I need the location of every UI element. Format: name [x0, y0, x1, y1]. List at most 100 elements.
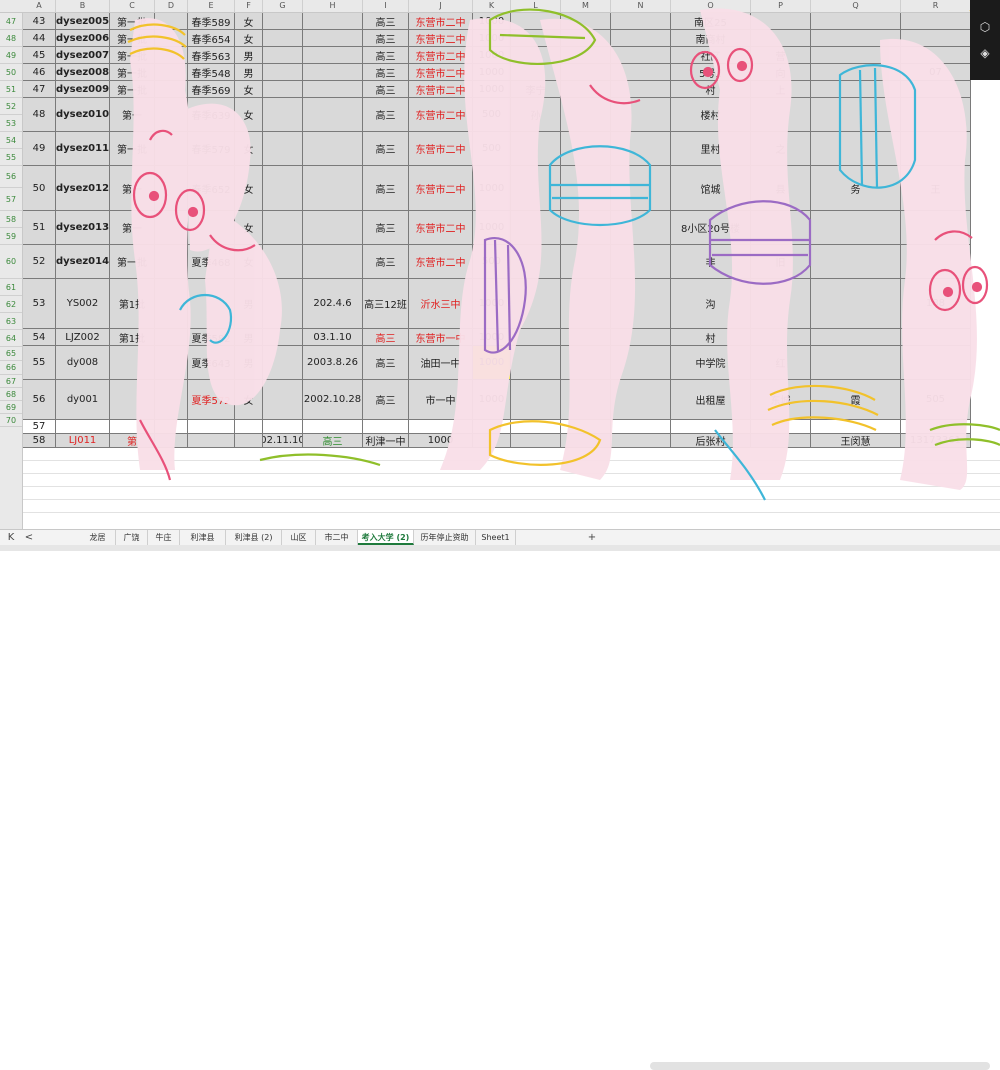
cell-G48[interactable]	[263, 30, 303, 47]
cell-M60[interactable]	[561, 279, 611, 329]
cell-B49[interactable]: dysez007	[56, 47, 110, 64]
cell-N48[interactable]	[611, 30, 671, 47]
cell-P48[interactable]	[751, 30, 811, 47]
cell-J64[interactable]: 市一中	[409, 380, 473, 420]
cell-C64[interactable]	[110, 380, 155, 420]
cell-N64[interactable]	[611, 380, 671, 420]
sheet-tab[interactable]: 牛庄	[148, 530, 180, 545]
row-header-54[interactable]: 54	[0, 132, 22, 149]
cell-R56[interactable]: 王	[901, 166, 971, 211]
cell-K54[interactable]: 500	[473, 132, 511, 166]
cell-M47[interactable]	[561, 13, 611, 30]
cell-D66[interactable]	[155, 434, 188, 448]
cell-J48[interactable]: 东营市二中	[409, 30, 473, 47]
cell-L52[interactable]: 孙	[511, 98, 561, 132]
cell-F62[interactable]: 男	[235, 346, 263, 380]
row-header-56[interactable]: 56	[0, 166, 22, 188]
empty-row[interactable]	[23, 500, 1000, 513]
cell-L54[interactable]	[511, 132, 561, 166]
cell-H49[interactable]	[303, 47, 363, 64]
cell-B48[interactable]: dysez006	[56, 30, 110, 47]
cell-K60[interactable]: 1000	[473, 279, 511, 329]
cell-A50[interactable]: 46	[23, 64, 56, 81]
column-header-B[interactable]: B	[56, 0, 110, 12]
cell-N52[interactable]	[611, 98, 671, 132]
cell-K64[interactable]: 1000	[473, 380, 511, 420]
spreadsheet-grid[interactable]: 43 dysez005 第一批 春季589 女高三 东营市二中 1000 南区25 44 dyse…	[23, 13, 1000, 529]
cell-J57[interactable]: 东营市二中	[409, 211, 473, 245]
cell-G56[interactable]	[263, 166, 303, 211]
cell-H48[interactable]	[303, 30, 363, 47]
cell-L62[interactable]	[511, 346, 561, 380]
cell-E64[interactable]: 夏季572	[188, 380, 235, 420]
column-header-D[interactable]: D	[155, 0, 188, 12]
cell-L50[interactable]	[511, 64, 561, 81]
cell-Q58[interactable]	[811, 245, 901, 279]
cell-A56[interactable]: 50	[23, 166, 56, 211]
cell-E61[interactable]: 夏季582	[188, 329, 235, 346]
cell-E51[interactable]: 春季569	[188, 81, 235, 98]
cell-L57[interactable]	[511, 211, 561, 245]
cell-A61[interactable]: 54	[23, 329, 56, 346]
cell-L58[interactable]	[511, 245, 561, 279]
row-header-68[interactable]: 68	[0, 388, 22, 401]
cell-H62[interactable]: 2003.8.26	[303, 346, 363, 380]
cell-F48[interactable]: 女	[235, 30, 263, 47]
cell-B66[interactable]: LJ011	[56, 434, 110, 448]
cell-P56[interactable]: 县	[751, 166, 811, 211]
cell-D48[interactable]	[155, 30, 188, 47]
cell-I51[interactable]: 高三	[363, 81, 409, 98]
cell-I57[interactable]: 高三	[363, 211, 409, 245]
cell-R57[interactable]	[901, 211, 971, 245]
cell-F51[interactable]: 女	[235, 81, 263, 98]
empty-row[interactable]	[23, 487, 1000, 500]
cell-A65[interactable]: 57	[23, 420, 56, 434]
cell-J58[interactable]: 东营市二中	[409, 245, 473, 279]
cell-N57[interactable]	[611, 211, 671, 245]
cell-H51[interactable]	[303, 81, 363, 98]
cell-D47[interactable]	[155, 13, 188, 30]
cell-D62[interactable]	[155, 346, 188, 380]
cell-R64[interactable]: 505	[901, 380, 971, 420]
cell-N51[interactable]	[611, 81, 671, 98]
cell-P60[interactable]	[751, 279, 811, 329]
row-header-58[interactable]: 58	[0, 211, 22, 228]
cell-I58[interactable]: 高三	[363, 245, 409, 279]
cell-E65[interactable]	[188, 420, 235, 434]
cell-A54[interactable]: 49	[23, 132, 56, 166]
cell-D54[interactable]	[155, 132, 188, 166]
cell-L47[interactable]	[511, 13, 561, 30]
cell-N49[interactable]	[611, 47, 671, 64]
cell-C52[interactable]: 第一	[110, 98, 155, 132]
cell-O58[interactable]: 非	[671, 245, 751, 279]
prev-sheet-button[interactable]: <	[22, 530, 36, 545]
cell-L49[interactable]	[511, 47, 561, 64]
cell-A62[interactable]: 55	[23, 346, 56, 380]
row-header-49[interactable]: 49	[0, 47, 22, 64]
cell-M66[interactable]	[561, 434, 611, 448]
sheet-tab[interactable]: 历年停止资助	[414, 530, 476, 545]
cell-L60[interactable]	[511, 279, 561, 329]
row-header-66[interactable]: 66	[0, 361, 22, 375]
cell-C50[interactable]: 第一批	[110, 64, 155, 81]
cell-P66[interactable]	[751, 434, 811, 448]
cell-C48[interactable]: 第一批	[110, 30, 155, 47]
cell-M65[interactable]	[561, 420, 611, 434]
cell-J51[interactable]: 东营市二中	[409, 81, 473, 98]
cell-M61[interactable]	[561, 329, 611, 346]
cell-G62[interactable]	[263, 346, 303, 380]
column-header-A[interactable]: A	[23, 0, 56, 12]
cell-K51[interactable]: 1000	[473, 81, 511, 98]
cell-E58[interactable]: 夏季468	[188, 245, 235, 279]
cell-P58[interactable]: 旧	[751, 245, 811, 279]
cell-E54[interactable]: 春季579	[188, 132, 235, 166]
cell-M64[interactable]	[561, 380, 611, 420]
cell-O64[interactable]: 出租屋	[671, 380, 751, 420]
row-header-53[interactable]: 53	[0, 115, 22, 132]
cell-D65[interactable]	[155, 420, 188, 434]
cell-M56[interactable]	[561, 166, 611, 211]
cell-Q49[interactable]	[811, 47, 901, 64]
cell-K48[interactable]: 1000	[473, 30, 511, 47]
cell-K47[interactable]: 1000	[473, 13, 511, 30]
cell-F64[interactable]: 女	[235, 380, 263, 420]
